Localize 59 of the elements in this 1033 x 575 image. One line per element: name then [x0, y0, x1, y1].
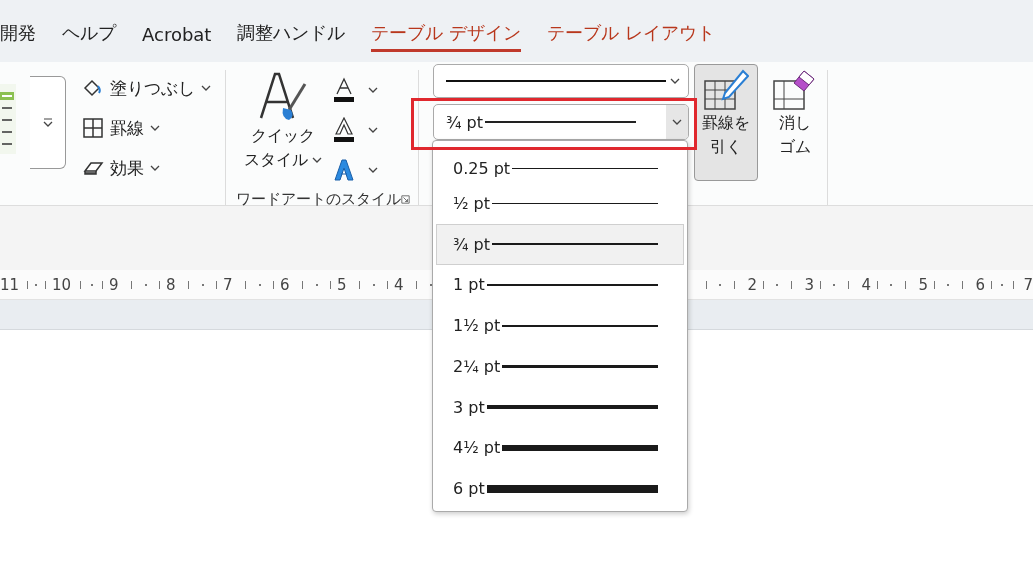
draw-table-button[interactable]: 罫線を 引く: [694, 64, 758, 181]
ribbon-button[interactable]: 罫線: [80, 108, 225, 148]
group-label: ワードアートのスタイル: [236, 190, 401, 209]
ruler-number: 10: [52, 275, 72, 294]
ruler-number: 4: [861, 275, 871, 294]
paint-bucket-icon: [82, 78, 104, 98]
line-weight-option[interactable]: 3 pt: [436, 386, 684, 428]
caret-icon: [312, 157, 322, 163]
ribbon-button[interactable]: 塗りつぶし: [80, 68, 225, 108]
ribbon-button[interactable]: 効果: [80, 148, 225, 188]
line-weight-combobox[interactable]: ¾ pt: [433, 104, 689, 140]
line-weight-option[interactable]: 0.25 pt: [436, 153, 684, 183]
ribbon-tab[interactable]: ヘルプ: [62, 21, 116, 52]
caret-icon: [150, 125, 160, 131]
ribbon-tab[interactable]: 開発: [0, 21, 36, 52]
ruler-number: 8: [166, 275, 176, 294]
ribbon-tab[interactable]: テーブル レイアウト: [547, 21, 715, 52]
ruler-number: 11: [0, 275, 20, 294]
line-weight-option[interactable]: ¾ pt: [436, 223, 684, 265]
borders-icon: [82, 117, 104, 139]
line-weight-option[interactable]: ½ pt: [436, 183, 684, 224]
dialog-launcher-icon[interactable]: [401, 194, 410, 205]
caret-icon: [368, 167, 378, 173]
ruler-number: 5: [337, 275, 347, 294]
line-style-combobox[interactable]: [433, 64, 689, 98]
line-weight-option[interactable]: 6 pt: [436, 468, 684, 509]
ruler-number: 7: [223, 275, 233, 294]
more-icon: [41, 117, 54, 128]
table-style-thumbnail[interactable]: [0, 84, 16, 154]
ruler-number: 7: [1023, 275, 1033, 294]
ruler-number: 2: [747, 275, 757, 294]
quick-style-button[interactable]: クイック スタイル: [232, 64, 328, 190]
line-weight-option[interactable]: 1½ pt: [436, 305, 684, 346]
caret-icon: [368, 127, 378, 133]
caret-icon: [201, 85, 211, 91]
ribbon-tab[interactable]: テーブル デザイン: [371, 21, 522, 52]
ribbon-tab[interactable]: Acrobat: [142, 24, 212, 52]
text-effects-icon: [332, 158, 356, 182]
text-outline-icon: [332, 117, 356, 143]
effects-icon: [82, 159, 104, 177]
caret-icon: [368, 87, 378, 93]
ruler-number: 9: [109, 275, 119, 294]
line-sample-icon: [446, 79, 666, 83]
line-weight-option[interactable]: 2¼ pt: [436, 346, 684, 387]
ruler-number: 5: [918, 275, 928, 294]
table-pencil-icon: [703, 69, 749, 111]
gallery-more-button[interactable]: [30, 76, 66, 169]
text-fill-icon: [332, 77, 356, 103]
caret-icon: [672, 119, 682, 125]
ruler-number: 3: [804, 275, 814, 294]
ruler-number: 6: [280, 275, 290, 294]
line-weight-option[interactable]: 1 pt: [436, 264, 684, 306]
ruler-number: 6: [975, 275, 985, 294]
line-weight-option[interactable]: 4½ pt: [436, 427, 684, 469]
caret-icon: [150, 165, 160, 171]
caret-icon: [670, 78, 680, 84]
ribbon-tab[interactable]: 調整ハンドル: [237, 21, 346, 52]
ruler-number: 4: [394, 275, 404, 294]
eraser-button[interactable]: 消し ゴム: [763, 64, 827, 181]
